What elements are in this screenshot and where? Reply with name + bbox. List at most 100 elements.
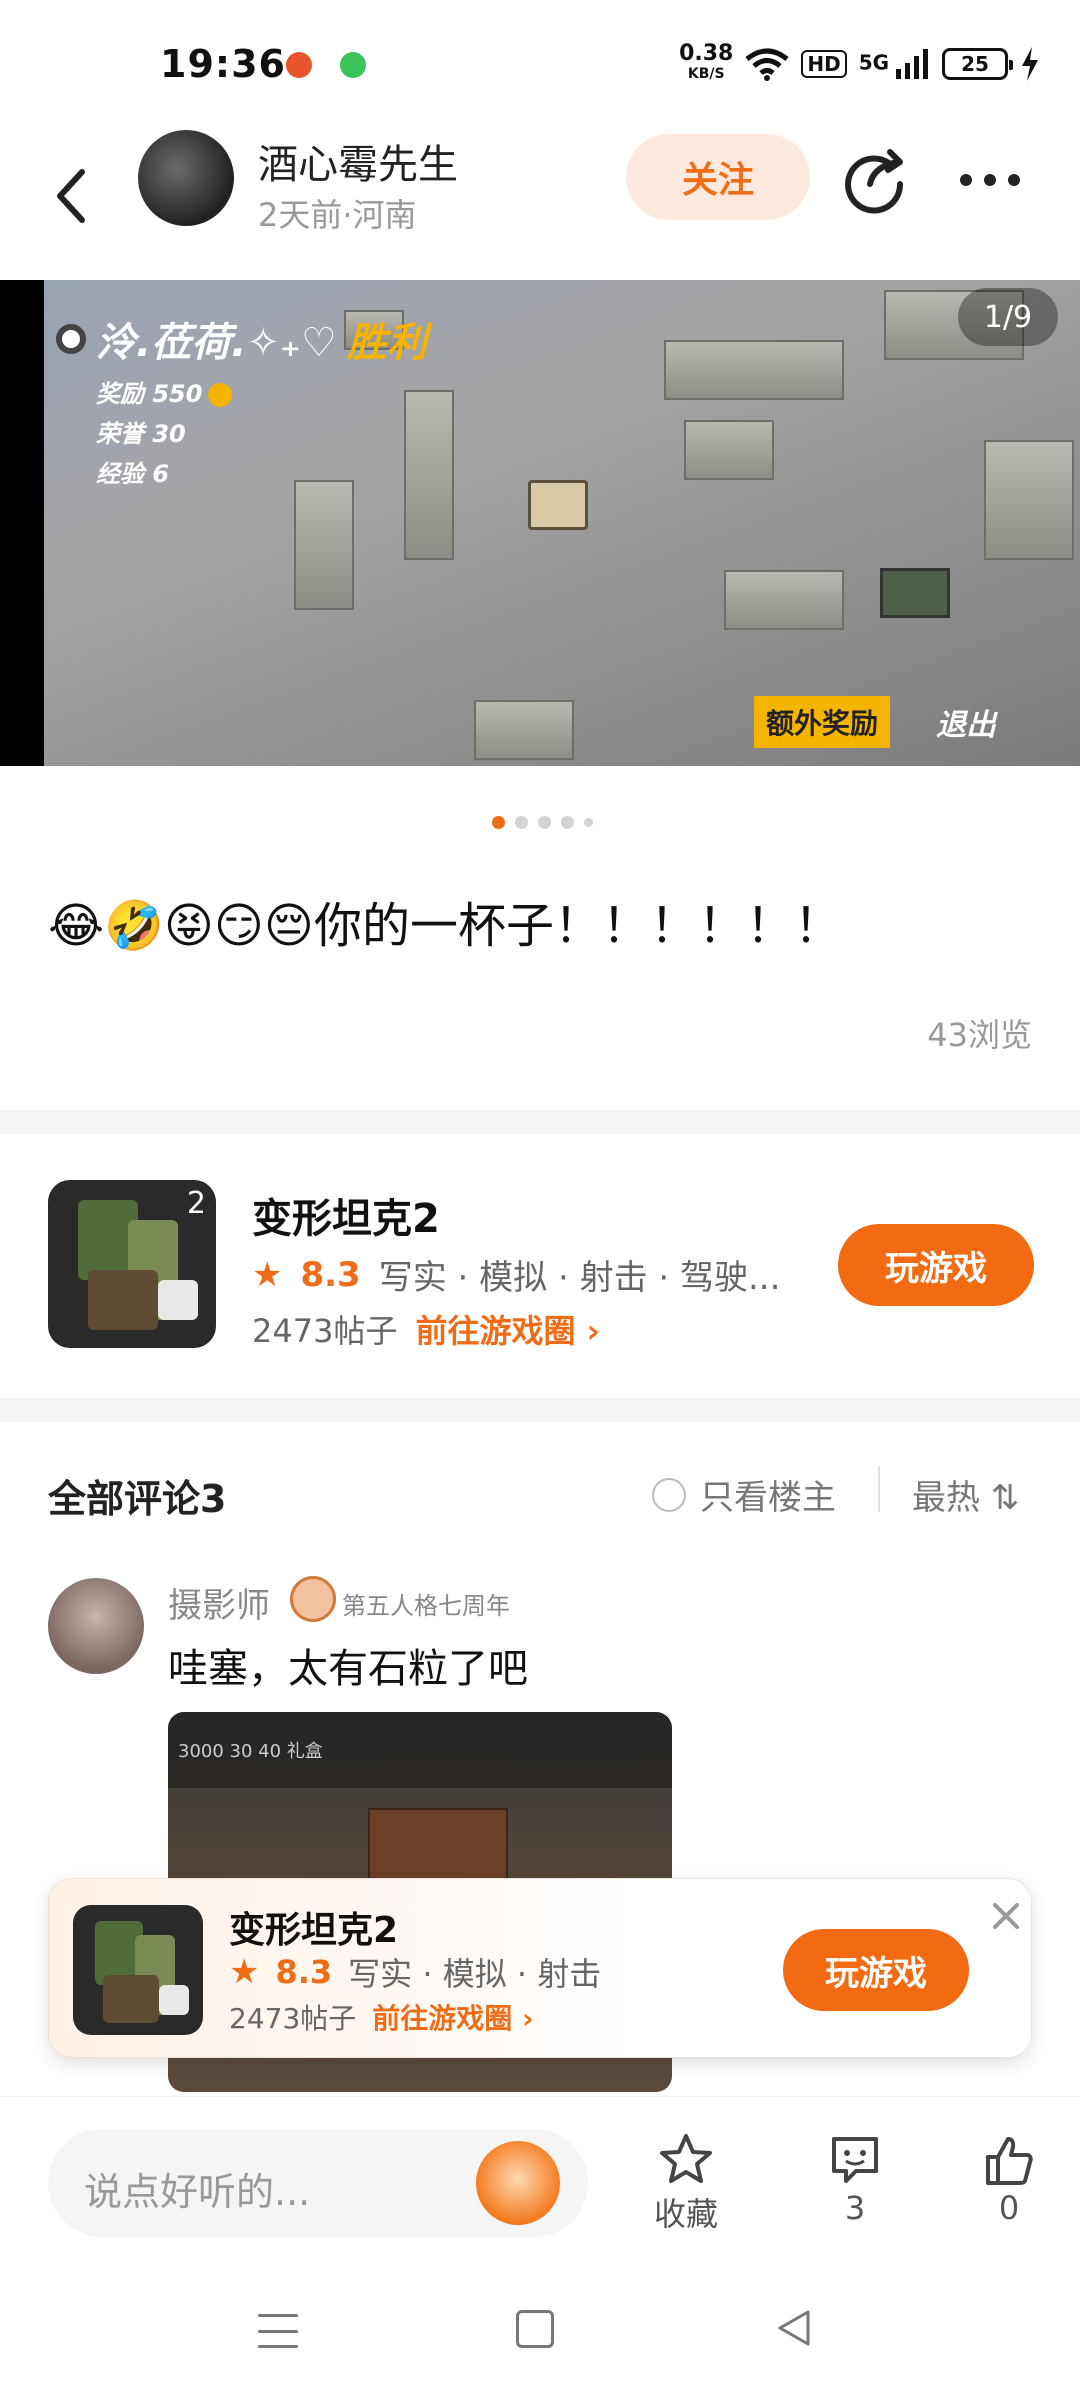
maze-wall <box>294 480 354 610</box>
mascot-emoji-icon[interactable] <box>476 2141 560 2225</box>
more-options-icon[interactable] <box>960 160 1030 200</box>
chat-notification-icon <box>340 52 366 78</box>
maze-wall <box>664 340 844 400</box>
record-icon <box>56 324 86 354</box>
enemy-tank <box>880 568 950 618</box>
carousel-dot <box>491 816 505 829</box>
comment-action[interactable]: 3 <box>826 2131 884 2227</box>
match-stats: 奖励 550 荣誉 30 经验 6 <box>96 374 233 494</box>
home-icon[interactable] <box>516 2310 554 2348</box>
status-bar: 19:36 0.38 KB/S HD 5G 25 <box>0 0 1080 120</box>
floating-game-post-count: 2473帖子 <box>229 2002 357 2035</box>
floating-game-banner[interactable]: 变形坦克2 ★ 8.3 写实 · 模拟 · 射击 2473帖子 前往游戏圈 › … <box>48 1878 1032 2058</box>
thumbs-up-icon[interactable] <box>980 2131 1038 2189</box>
network-speed: 0.38 KB/S <box>679 41 734 83</box>
extra-reward-button: 额外奖励 <box>754 696 890 748</box>
recent-apps-icon[interactable] <box>258 2314 298 2348</box>
signal-5g-icon: 5G <box>859 49 930 79</box>
author-avatar[interactable] <box>138 130 234 226</box>
only-host-toggle[interactable]: 只看楼主 <box>652 1470 836 1519</box>
weibo-notification-icon <box>286 52 312 78</box>
radio-icon[interactable] <box>652 1477 686 1512</box>
game-card[interactable]: 2 变形坦克2 ★ 8.3 写实 · 模拟 · 射击 · 驾驶... 2473帖… <box>0 1134 1080 1390</box>
floating-game-name[interactable]: 变形坦克2 <box>229 1901 398 1953</box>
like-action[interactable]: 0 <box>980 2131 1038 2227</box>
comment-count: 3 <box>844 2189 866 2227</box>
floating-game-icon[interactable] <box>73 1905 203 2035</box>
status-time: 19:36 <box>160 42 286 86</box>
vertical-divider <box>878 1466 880 1512</box>
star-icon: ★ <box>252 1254 283 1295</box>
commenter-avatar[interactable] <box>48 1578 144 1674</box>
player-tank <box>528 480 588 530</box>
maze-wall <box>404 390 454 560</box>
hd-icon: HD <box>801 50 847 78</box>
game-name[interactable]: 变形坦克2 <box>252 1186 440 1244</box>
collect-action[interactable]: 收藏 <box>654 2131 718 2235</box>
play-game-button[interactable]: 玩游戏 <box>838 1224 1034 1306</box>
share-icon[interactable] <box>840 144 910 214</box>
comments-header: 全部评论3 只看楼主 最热 ⇅ <box>0 1422 1080 1552</box>
carousel-dot <box>583 818 593 827</box>
system-navigation-bar <box>0 2250 1080 2400</box>
image-letterbox <box>0 280 44 766</box>
like-count: 0 <box>998 2189 1020 2227</box>
carousel-dot <box>560 816 574 829</box>
game-icon[interactable]: 2 <box>48 1180 216 1348</box>
author-name[interactable]: 酒心霉先生 <box>258 132 458 190</box>
game-post-count: 2473帖子 <box>252 1312 398 1350</box>
bottom-action-bar: 说点好听的... 收藏 3 0 <box>0 2096 1080 2246</box>
close-icon[interactable] <box>989 1899 1023 1933</box>
comment-input[interactable]: 说点好听的... <box>48 2129 588 2237</box>
comment-icon[interactable] <box>826 2131 884 2189</box>
view-count: 43浏览 <box>927 1016 1032 1054</box>
post-image-carousel[interactable]: 泠.莅荷.✧₊♡ 胜利 奖励 550 荣誉 30 经验 6 额外奖励 退出 1/… <box>0 280 1080 766</box>
back-icon[interactable] <box>50 156 90 236</box>
section-divider <box>0 1110 1080 1134</box>
game-rating: 8.3 <box>300 1254 361 1295</box>
post-header: 酒心霉先生 2天前·河南 关注 <box>0 120 1080 280</box>
only-host-label[interactable]: 只看楼主 <box>700 1470 836 1519</box>
section-divider <box>0 1398 1080 1422</box>
match-result: 胜利 <box>346 320 427 366</box>
collect-label[interactable]: 收藏 <box>654 2189 718 2235</box>
floating-game-tags: 写实 · 模拟 · 射击 <box>348 1955 602 1993</box>
post-meta: 2天前·河南 <box>258 196 417 234</box>
sort-selector[interactable]: 最热 ⇅ <box>912 1470 1019 1519</box>
carousel-dot <box>537 816 551 829</box>
charging-icon <box>1022 47 1038 81</box>
quit-label: 退出 <box>936 708 996 743</box>
game-tags: 写实 · 模拟 · 射击 · 驾驶... <box>378 1258 781 1298</box>
stat-exp: 经验 6 <box>96 460 170 488</box>
floating-game-circle-link[interactable]: 前往游戏圈 › <box>372 1997 533 2037</box>
comments-title: 全部评论3 <box>48 1477 227 1521</box>
maze-wall <box>984 440 1074 560</box>
coin-icon <box>208 383 233 407</box>
comment-input-placeholder[interactable]: 说点好听的... <box>84 2161 310 2216</box>
stat-honor: 荣誉 30 <box>96 420 186 448</box>
carousel-dot <box>514 816 528 829</box>
follow-button[interactable]: 关注 <box>626 134 810 220</box>
nav-back-icon[interactable] <box>772 2306 816 2350</box>
floating-play-button[interactable]: 玩游戏 <box>783 1929 969 2011</box>
wifi-icon <box>745 48 789 81</box>
post-content: 😂🤣😝😏😔你的一杯子！！！！！！ <box>48 898 842 954</box>
game-circle-link[interactable]: 前往游戏圈 › <box>415 1306 599 1352</box>
badge-icon <box>290 1576 336 1622</box>
maze-wall <box>474 700 574 760</box>
victory-banner: 泠.莅荷.✧₊♡ 胜利 <box>56 310 427 368</box>
stat-reward: 奖励 550 <box>96 380 203 408</box>
star-icon: ★ <box>229 1952 260 1992</box>
carousel-indicator <box>0 816 1080 829</box>
maze-wall <box>684 420 774 480</box>
image-counter: 1/9 <box>958 288 1058 346</box>
comment-image-topbar: 3000 30 40 礼盒 <box>168 1712 672 1788</box>
commenter-badge: 第五人格七周年 <box>342 1592 510 1620</box>
floating-game-rating: 8.3 <box>275 1953 333 1991</box>
player-name: 泠.莅荷.✧₊♡ <box>96 320 337 366</box>
battery-icon: 25 <box>942 48 1013 80</box>
maze-wall <box>724 570 844 630</box>
star-outline-icon[interactable] <box>657 2131 715 2189</box>
comment-text: 哇塞，太有石粒了吧 <box>168 1646 528 1692</box>
commenter-name[interactable]: 摄影师 <box>168 1578 270 1627</box>
